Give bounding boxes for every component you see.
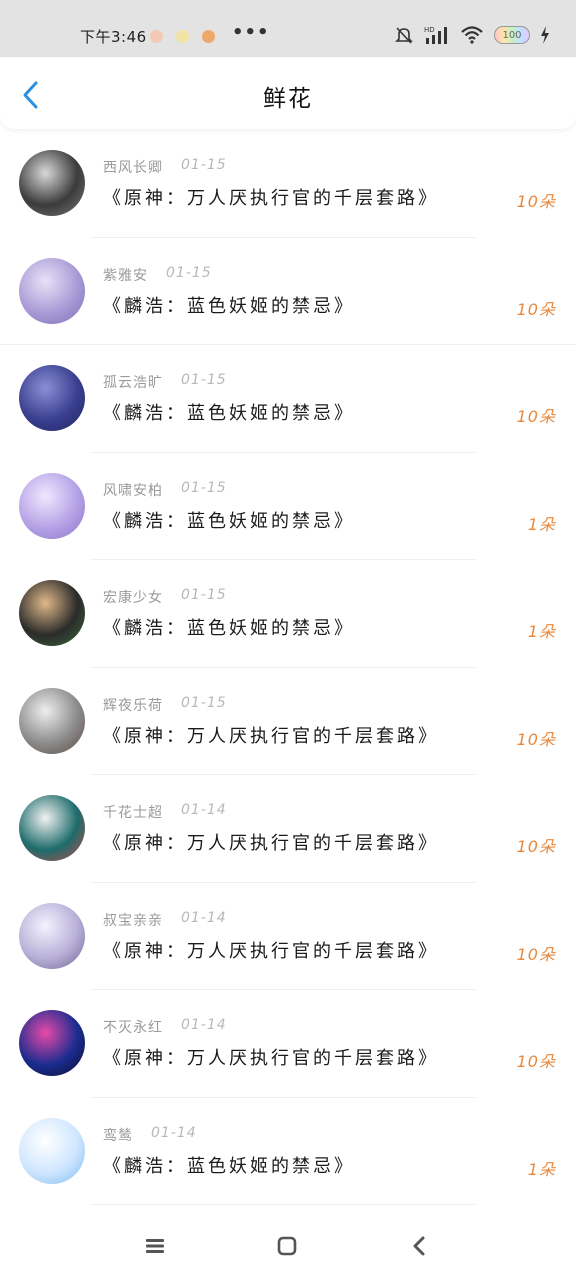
status-time: 下午3:46 [80,28,147,46]
user-name: 叔宝亲亲 [103,912,163,929]
record-meta: 孤云浩旷 01-15 [103,372,227,392]
book-title: 《麟浩：蓝色妖姬的禁忌》 [103,510,355,532]
book-title: 《麟浩：蓝色妖姬的禁忌》 [103,1155,355,1177]
message-icon [176,30,189,43]
mute-icon [395,27,413,44]
flower-record-list: 西风长卿 01-15 《原神：万人厌执行官的千层套路》 10朵 紫雅安 01-1… [0,130,576,1205]
book-title: 《麟浩：蓝色妖姬的禁忌》 [103,295,355,317]
book-title: 《麟浩：蓝色妖姬的禁忌》 [103,618,355,639]
user-name: 不灭永红 [103,1020,163,1036]
flower-amount: 10朵 [516,299,556,319]
book-title: 《原神：万人厌执行官的千层套路》 [103,940,439,962]
user-name: 宏康少女 [103,590,163,606]
avatar[interactable] [19,1117,85,1184]
app-icon [202,30,215,43]
user-name: 孤云浩旷 [103,375,163,391]
flower-amount: 10朵 [516,837,556,856]
svg-text:HD: HD [424,26,435,34]
record-date: 01-15 [166,264,212,281]
record-meta: 紫雅安 01-15 [103,265,212,285]
record-meta: 宏康少女 01-15 [103,587,227,607]
avatar[interactable] [19,580,85,646]
avatar[interactable] [19,257,85,324]
book-title: 《原神：万人厌执行官的千层套路》 [103,1048,439,1069]
record-date: 01-15 [181,479,227,496]
flower-amount: 10朵 [516,407,556,426]
more-notifications-icon: ••• [232,22,270,43]
record-date: 01-14 [181,802,227,818]
record-date: 01-15 [181,694,227,711]
list-item[interactable]: 紫雅安 01-15 《麟浩：蓝色妖姬的禁忌》 10朵 [0,238,576,345]
user-name: 千花士超 [103,805,163,821]
book-title: 《麟浩：蓝色妖姬的禁忌》 [103,403,355,424]
record-meta: 风啸安柏 01-15 [103,480,227,500]
status-indicators: HD 100 [394,25,550,45]
book-title: 《原神：万人厌执行官的千层套路》 [103,725,439,747]
list-item[interactable]: 孤云浩旷 01-15 《麟浩：蓝色妖姬的禁忌》 10朵 [0,345,576,453]
menu-icon[interactable] [141,1232,169,1260]
battery-level: 100 [502,29,522,41]
divider [90,1204,476,1205]
header: 鲜花 [0,57,576,129]
list-item[interactable]: 辉夜乐荷 01-15 《原神：万人厌执行官的千层套路》 10朵 [0,668,576,775]
book-title: 《原神：万人厌执行官的千层套路》 [103,188,439,209]
list-item[interactable]: 千花士超 01-14 《原神：万人厌执行官的千层套路》 10朵 [0,775,576,883]
record-date: 01-15 [181,372,227,388]
avatar[interactable] [19,1010,85,1076]
user-name: 辉夜乐荷 [103,697,163,714]
record-date: 01-15 [181,587,227,603]
flower-amount: 1朵 [527,1159,556,1179]
list-item[interactable]: 叔宝亲亲 01-14 《原神：万人厌执行官的千层套路》 10朵 [0,883,576,990]
record-date: 01-14 [181,909,227,926]
back-nav-icon[interactable] [406,1232,434,1260]
avatar[interactable] [19,902,85,969]
record-meta: 不灭永红 01-14 [103,1017,227,1037]
flower-amount: 10朵 [516,944,556,964]
flower-amount: 1朵 [527,622,556,641]
list-item[interactable]: 宏康少女 01-15 《麟浩：蓝色妖姬的禁忌》 1朵 [0,560,576,668]
avatar[interactable] [19,795,85,861]
list-item[interactable]: 鸾鸶 01-14 《麟浩：蓝色妖姬的禁忌》 1朵 [0,1098,576,1205]
battery-indicator: 100 [494,26,530,44]
record-date: 01-14 [151,1124,197,1141]
record-meta: 辉夜乐荷 01-15 [103,695,227,715]
user-name: 风啸安柏 [103,482,163,499]
list-item[interactable]: 不灭永红 01-14 《原神：万人厌执行官的千层套路》 10朵 [0,990,576,1098]
user-name: 紫雅安 [103,267,148,284]
user-name: 西风长卿 [103,160,163,176]
avatar[interactable] [19,365,85,431]
system-nav-bar [0,1210,576,1280]
flower-amount: 10朵 [516,192,556,211]
record-meta: 西风长卿 01-15 [103,157,227,177]
record-date: 01-14 [181,1017,227,1033]
wifi-icon [461,26,483,44]
list-item[interactable]: 西风长卿 01-15 《原神：万人厌执行官的千层套路》 10朵 [0,130,576,238]
signal-icon: HD [424,26,447,44]
record-date: 01-15 [181,157,227,173]
home-icon[interactable] [273,1232,301,1260]
page-title: 鲜花 [263,86,313,112]
flower-amount: 10朵 [516,1052,556,1071]
flower-amount: 1朵 [527,514,556,534]
record-meta: 鸾鸶 01-14 [103,1125,197,1145]
record-meta: 叔宝亲亲 01-14 [103,910,227,930]
list-item[interactable]: 风啸安柏 01-15 《麟浩：蓝色妖姬的禁忌》 1朵 [0,453,576,560]
book-title: 《原神：万人厌执行官的千层套路》 [103,833,439,854]
flower-amount: 10朵 [516,729,556,749]
user-name: 鸾鸶 [103,1127,133,1144]
charging-icon [541,26,549,44]
notification-icon [150,30,163,43]
avatar[interactable] [19,150,85,216]
status-bar: 下午3:46 ••• HD 100 [0,0,576,57]
record-meta: 千花士超 01-14 [103,802,227,822]
avatar[interactable] [19,472,85,539]
avatar[interactable] [19,687,85,754]
